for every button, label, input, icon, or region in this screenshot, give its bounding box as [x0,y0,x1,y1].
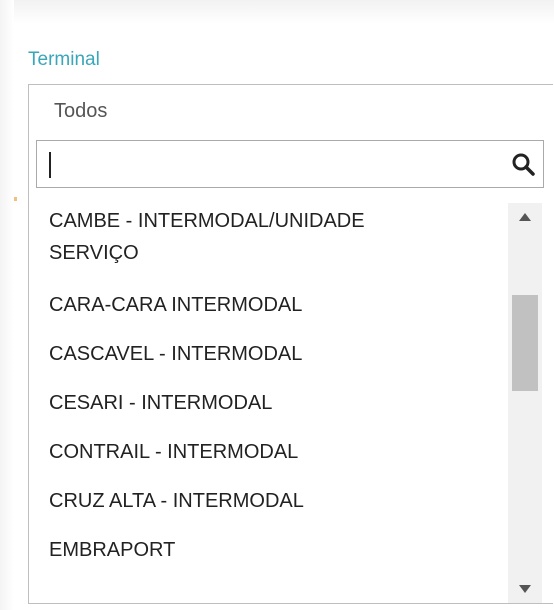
panel-top-shadow [0,0,554,24]
option-item[interactable]: CRUZ ALTA - INTERMODAL [49,485,489,517]
decorative-mark [14,197,17,201]
dropdown-search-box[interactable] [36,140,544,188]
terminal-field-label: Terminal [28,49,100,70]
option-item[interactable]: CAMBE - INTERMODAL/UNIDADE SERVIÇO [49,205,489,269]
option-list[interactable]: CAMBE - INTERMODAL/UNIDADE SERVIÇO CARA-… [29,203,503,603]
option-item[interactable]: EMBRAPORT [49,534,489,566]
text-caret [49,152,51,178]
scroll-thumb[interactable] [512,295,538,391]
option-item[interactable]: CONTRAIL - INTERMODAL [49,436,489,468]
option-label: EMBRAPORT [49,539,176,561]
option-item[interactable]: CARA-CARA INTERMODAL [49,289,489,321]
option-label: CAMBE - INTERMODAL/UNIDADE [49,210,365,232]
option-item[interactable]: CASCAVEL - INTERMODAL [49,338,489,370]
terminal-filter-panel: Terminal Todos CAMBE - INTERMODAL/UNIDAD… [0,0,554,610]
option-label-continued: SERVIÇO [49,242,139,264]
search-icon[interactable] [510,151,536,177]
option-label: CARA-CARA INTERMODAL [49,294,303,316]
option-label: CESARI - INTERMODAL [49,392,273,414]
terminal-select-dropdown[interactable]: Todos CAMBE - INTERMODAL/UNIDADE SERVIÇO… [28,84,553,604]
option-label: CRUZ ALTA - INTERMODAL [49,490,304,512]
selected-value[interactable]: Todos [54,99,107,123]
panel-left-edge [0,0,14,610]
option-item[interactable]: CESARI - INTERMODAL [49,387,489,419]
scroll-up-arrow-icon[interactable] [519,213,531,221]
dropdown-search-input[interactable] [45,149,489,181]
option-list-scrollbar[interactable] [508,203,542,603]
option-label: CASCAVEL - INTERMODAL [49,343,303,365]
option-label: CONTRAIL - INTERMODAL [49,441,299,463]
scroll-down-arrow-icon[interactable] [519,585,531,593]
